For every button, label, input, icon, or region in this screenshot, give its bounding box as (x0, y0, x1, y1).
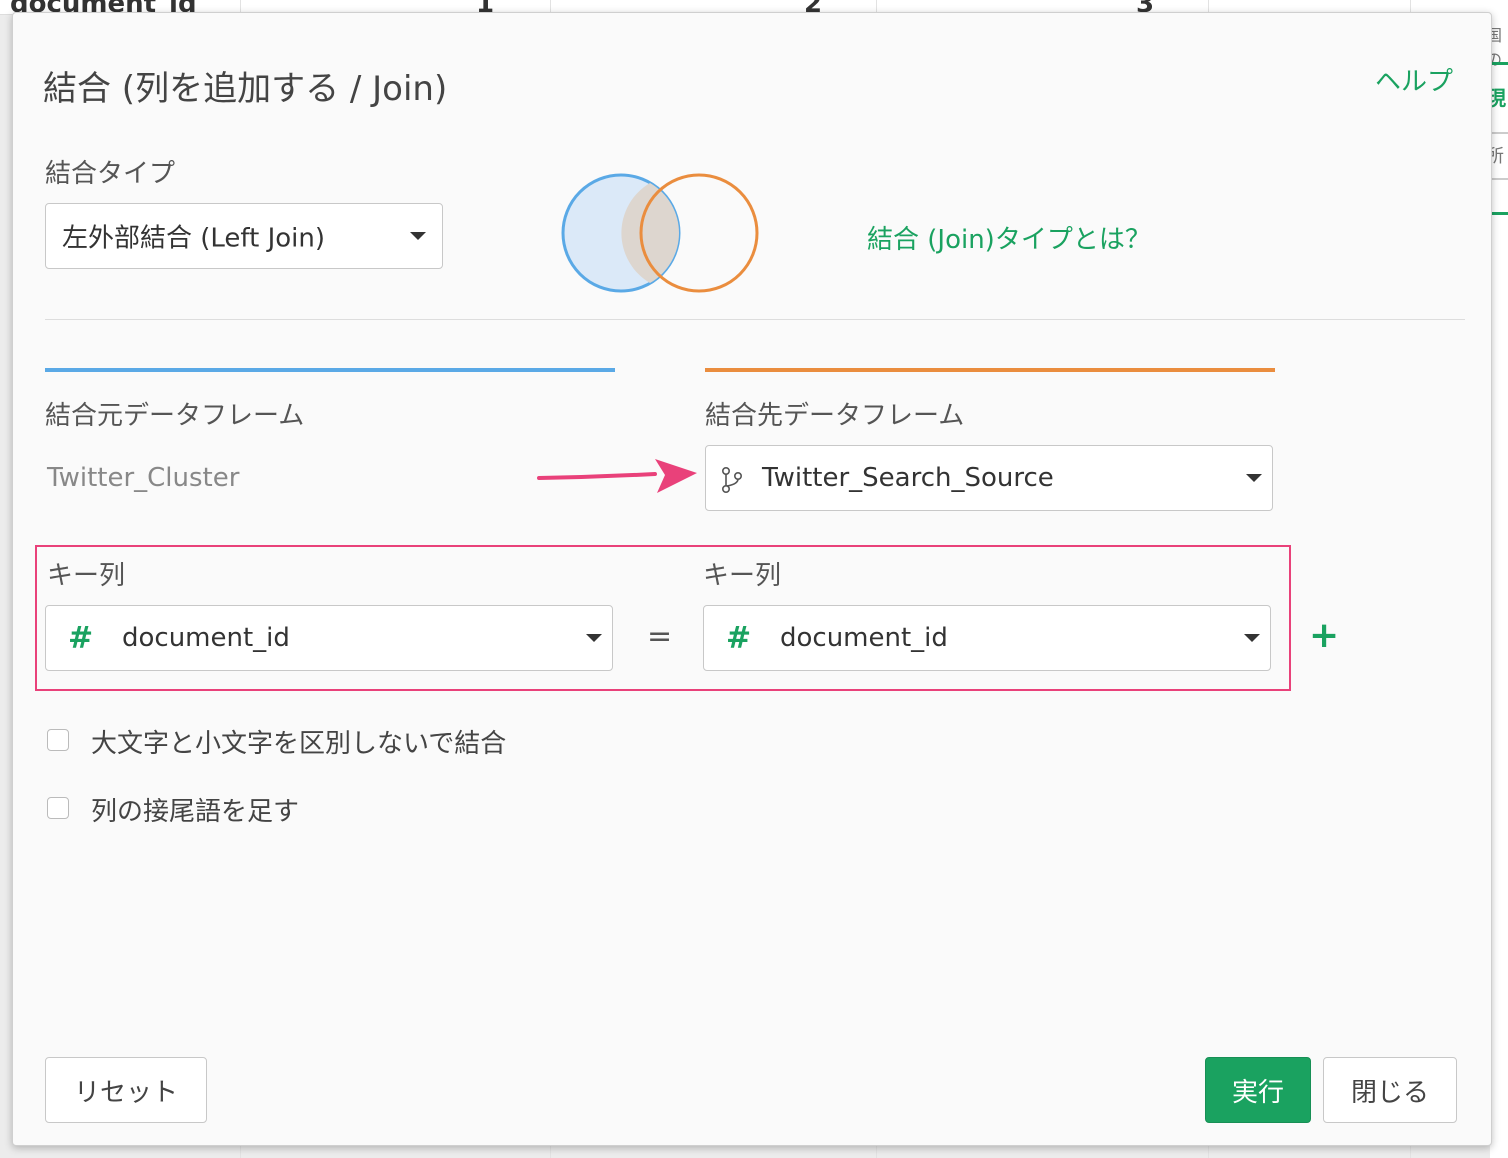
ignore-case-label: 大文字と小文字を区別しないで結合 (91, 729, 507, 759)
bg-side-divider (1492, 132, 1508, 134)
left-key-column-value: document_id (122, 623, 290, 653)
left-join-venn-icon (561, 173, 759, 293)
chevron-down-icon (586, 634, 602, 642)
target-dataframe-label: 結合先データフレーム (705, 401, 965, 431)
chevron-down-icon (1244, 634, 1260, 642)
run-button[interactable]: 実行 (1205, 1057, 1311, 1123)
ignore-case-checkbox[interactable] (47, 729, 69, 751)
join-type-label: 結合タイプ (45, 159, 176, 189)
source-dataframe-label: 結合元データフレーム (45, 401, 305, 431)
section-divider (45, 319, 1465, 320)
source-dataframe-name: Twitter_Cluster (47, 463, 240, 493)
join-type-help-link[interactable]: 結合 (Join)タイプとは？ (867, 219, 1151, 256)
right-key-label: キー列 (703, 561, 782, 591)
left-key-label: キー列 (47, 561, 126, 591)
bg-side-accent (1492, 212, 1508, 215)
join-dialog: 結合 (列を追加する / Join) ヘルプ 結合タイプ 左外部結合 (Left… (12, 12, 1492, 1146)
numeric-type-icon: # (726, 620, 752, 656)
numeric-type-icon: # (68, 620, 94, 656)
bg-side-accent (1492, 62, 1508, 65)
dialog-title: 結合 (列を追加する / Join) (43, 69, 448, 109)
source-color-bar (45, 368, 615, 372)
add-suffix-label: 列の接尾語を足す (91, 797, 300, 827)
target-dataframe-value: Twitter_Search_Source (762, 463, 1054, 493)
close-button[interactable]: 閉じる (1323, 1057, 1457, 1123)
add-suffix-checkbox[interactable] (47, 797, 69, 819)
reset-button[interactable]: リセット (45, 1057, 207, 1123)
bg-side-panel (1490, 0, 1508, 1158)
right-key-column-value: document_id (780, 623, 948, 653)
left-key-column-select[interactable]: # document_id (45, 605, 613, 671)
right-key-column-select[interactable]: # document_id (703, 605, 1271, 671)
target-dataframe-select[interactable]: Twitter_Search_Source (705, 445, 1273, 511)
arrow-right-icon (537, 459, 697, 493)
bg-side-divider (1492, 178, 1508, 180)
chevron-down-icon (410, 232, 426, 240)
join-type-value: 左外部結合 (Left Join) (62, 223, 326, 254)
branch-icon (721, 466, 743, 493)
join-type-select[interactable]: 左外部結合 (Left Join) (45, 203, 443, 269)
target-color-bar (705, 368, 1275, 372)
help-link[interactable]: ヘルプ (1375, 61, 1453, 98)
chevron-down-icon (1246, 474, 1262, 482)
add-key-button[interactable]: + (1309, 615, 1339, 656)
equals-sign: = (647, 619, 673, 654)
